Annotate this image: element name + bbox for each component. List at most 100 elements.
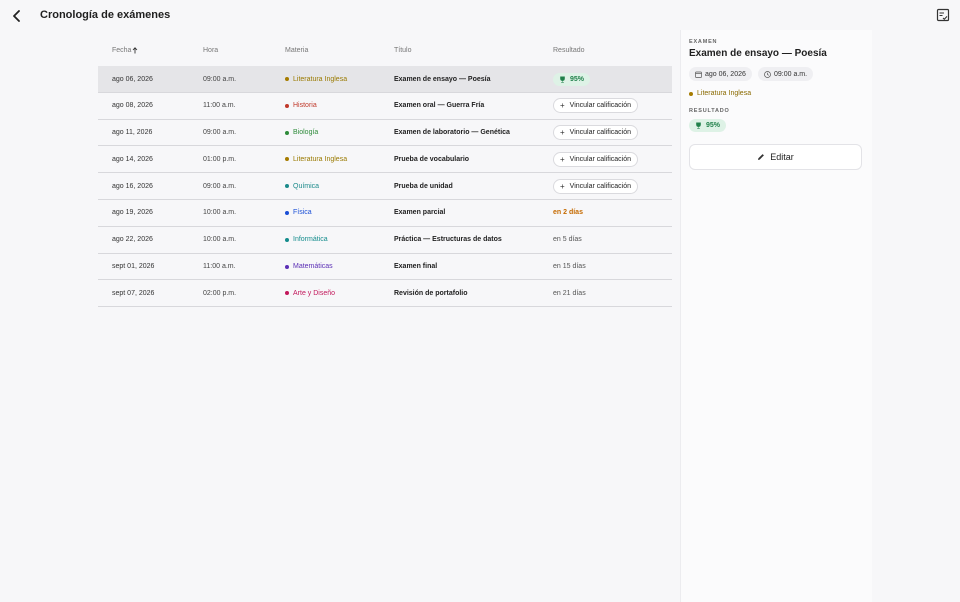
row-result: + Vincular calificación	[553, 93, 639, 119]
link-grade-button[interactable]: + Vincular calificación	[553, 151, 639, 167]
subject-dot	[285, 103, 289, 108]
column-header-title[interactable]: Título	[394, 47, 412, 54]
detail-title: Examen de ensayo — Poesía	[689, 48, 827, 59]
row-time: 10:00 a.m.	[203, 209, 237, 217]
detail-kind-label: EXAMEN	[689, 39, 718, 45]
table-row[interactable]: ago 22, 2026 10:00 a.m. Informática Prác…	[98, 227, 672, 254]
row-date: ago 16, 2026	[112, 182, 153, 190]
trophy-icon	[696, 122, 701, 129]
row-result: + Vincular calificación	[553, 173, 639, 199]
detail-date: ago 06, 2026	[705, 70, 746, 78]
detail-time-chip: 09:00 a.m.	[758, 67, 814, 81]
due-countdown: en 15 días	[553, 263, 586, 271]
pencil-icon	[758, 154, 765, 160]
table-row[interactable]: ago 06, 2026 09:00 a.m. Literatura Ingle…	[98, 66, 672, 93]
row-date: ago 06, 2026	[112, 75, 153, 83]
row-subject: Literatura Inglesa	[285, 66, 347, 92]
row-result: 95%	[553, 66, 591, 92]
row-result: en 15 días	[553, 254, 586, 280]
detail-time: 09:00 a.m.	[774, 70, 808, 78]
plus-icon: +	[560, 101, 565, 111]
subject-dot	[689, 91, 693, 96]
row-time: 02:00 p.m.	[203, 289, 237, 297]
row-subject: Biología	[285, 120, 318, 146]
top-bar: Cronología de exámenes	[0, 0, 960, 32]
column-header-subject[interactable]: Materia	[285, 47, 308, 54]
row-date: ago 22, 2026	[112, 236, 153, 244]
detail-subject: Literatura Inglesa	[689, 90, 751, 97]
table-row[interactable]: ago 14, 2026 01:00 p.m. Literatura Ingle…	[98, 146, 672, 174]
subject-dot	[285, 157, 289, 162]
row-date: ago 19, 2026	[112, 209, 153, 217]
row-title: Examen de ensayo — Poesía	[394, 75, 491, 83]
subject-dot	[285, 237, 289, 242]
detail-date-chip: ago 06, 2026	[689, 67, 752, 81]
table-row[interactable]: ago 19, 2026 10:00 a.m. Física Examen pa…	[98, 200, 672, 227]
subject-dot	[285, 210, 289, 215]
table-row[interactable]: sept 07, 2026 02:00 p.m. Arte y Diseño R…	[98, 280, 672, 308]
row-time: 09:00 a.m.	[203, 75, 237, 83]
subject-dot	[285, 77, 289, 81]
row-result: + Vincular calificación	[553, 146, 639, 172]
detail-panel: EXAMEN Examen de ensayo — Poesía ago 06,…	[680, 30, 872, 602]
column-header-result[interactable]: Resultado	[553, 47, 585, 54]
row-result: en 5 días	[553, 227, 582, 253]
row-title: Prueba de vocabulario	[394, 155, 470, 163]
row-date: ago 08, 2026	[112, 102, 153, 110]
plus-icon: +	[560, 128, 565, 138]
column-header-time[interactable]: Hora	[203, 47, 218, 54]
result-pill: 95%	[553, 72, 591, 86]
row-title: Examen oral — Guerra Fría	[394, 102, 485, 110]
table-body: ago 06, 2026 09:00 a.m. Literatura Ingle…	[98, 66, 672, 308]
table-row[interactable]: ago 11, 2026 09:00 a.m. Biología Examen …	[98, 120, 672, 147]
row-date: sept 07, 2026	[112, 289, 155, 297]
row-result: en 21 días	[553, 280, 586, 306]
table-row[interactable]: sept 01, 2026 11:00 a.m. Matemáticas Exa…	[98, 254, 672, 281]
row-title: Examen parcial	[394, 209, 446, 217]
table-header: Fecha Hora Materia Título Resultado	[98, 40, 672, 66]
trophy-icon	[560, 76, 565, 83]
chevron-left-icon	[13, 10, 20, 22]
row-date: ago 11, 2026	[112, 129, 153, 137]
row-time: 11:00 a.m.	[203, 263, 236, 271]
exam-table: Fecha Hora Materia Título Resultado ago …	[98, 40, 672, 308]
row-title: Examen final	[394, 263, 438, 271]
row-time: 09:00 a.m.	[203, 182, 237, 190]
table-row[interactable]: ago 08, 2026 11:00 a.m. Historia Examen …	[98, 93, 672, 120]
clock-icon	[764, 70, 771, 78]
row-title: Revisión de portafolio	[394, 289, 468, 297]
row-time: 11:00 a.m.	[203, 102, 236, 110]
due-countdown: en 2 días	[553, 209, 583, 217]
column-header-date[interactable]: Fecha	[112, 47, 138, 54]
detail-result-label: RESULTADO	[689, 108, 730, 114]
due-countdown: en 21 días	[553, 289, 586, 297]
row-time: 09:00 a.m.	[203, 129, 237, 137]
row-subject: Literatura Inglesa	[285, 146, 347, 172]
subject-dot	[285, 264, 289, 269]
row-subject: Historia	[285, 93, 317, 119]
row-date: ago 14, 2026	[112, 155, 153, 163]
due-countdown: en 5 días	[553, 236, 582, 244]
link-grade-button[interactable]: + Vincular calificación	[553, 178, 639, 194]
link-grade-button[interactable]: + Vincular calificación	[553, 125, 639, 141]
row-date: sept 01, 2026	[112, 263, 155, 271]
notes-button[interactable]	[936, 8, 952, 24]
row-subject: Informática	[285, 227, 328, 253]
edit-button[interactable]: Editar	[689, 144, 862, 170]
notes-icon	[936, 8, 950, 22]
row-subject: Matemáticas	[285, 254, 333, 280]
link-grade-button[interactable]: + Vincular calificación	[553, 98, 639, 114]
row-title: Práctica — Estructuras de datos	[394, 236, 502, 244]
row-subject: Química	[285, 173, 319, 199]
arrow-up-icon	[133, 47, 138, 54]
row-time: 01:00 p.m.	[203, 155, 237, 163]
back-button[interactable]	[8, 7, 26, 25]
page-title: Cronología de exámenes	[40, 9, 171, 21]
row-subject: Física	[285, 200, 312, 226]
table-row[interactable]: ago 16, 2026 09:00 a.m. Química Prueba d…	[98, 173, 672, 200]
row-result: en 2 días	[553, 200, 583, 226]
row-result: + Vincular calificación	[553, 120, 639, 146]
subject-dot	[285, 184, 289, 189]
calendar-icon	[695, 71, 702, 78]
plus-icon: +	[560, 154, 565, 164]
